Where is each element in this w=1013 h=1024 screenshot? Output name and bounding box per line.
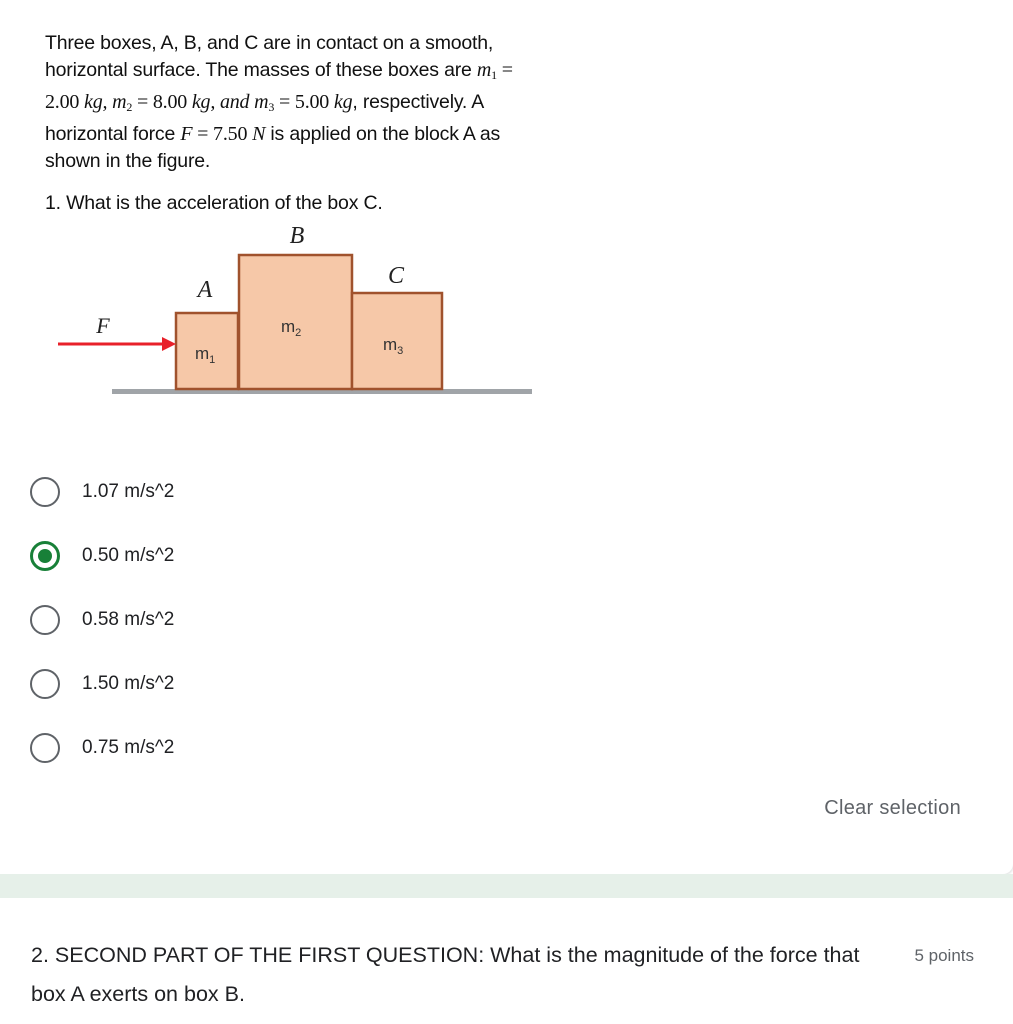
question-image-text: Three boxes, A, B, and C are in contact …: [45, 30, 645, 175]
label-c: C: [388, 263, 405, 289]
option-label: 0.75 m/s^2: [82, 737, 175, 758]
radio-button[interactable]: [30, 669, 60, 699]
option-5[interactable]: 0.75 m/s^2: [30, 727, 290, 767]
question-card-1: Three boxes, A, B, and C are in contact …: [0, 0, 1013, 874]
option-4[interactable]: 1.50 m/s^2: [30, 663, 290, 703]
force-arrow-head: [162, 337, 176, 351]
radio-dot-icon: [38, 549, 52, 563]
problem-line-3: 2.00 kg, m2 = 8.00 kg, and m3 = 5.00 kg,…: [45, 91, 485, 114]
option-label: 1.50 m/s^2: [82, 673, 175, 694]
question-2-title: 2. SECOND PART OF THE FIRST QUESTION: Wh…: [31, 943, 860, 1006]
radio-button[interactable]: [30, 605, 60, 635]
radio-button[interactable]: [30, 733, 60, 763]
option-label: 0.58 m/s^2: [82, 609, 175, 630]
option-label: 1.07 m/s^2: [82, 481, 175, 502]
radio-button-checked[interactable]: [30, 541, 60, 571]
label-a: A: [196, 277, 213, 303]
label-b: B: [290, 223, 305, 249]
question-1-title: 1. What is the acceleration of the box C…: [45, 192, 383, 214]
option-2[interactable]: 0.50 m/s^2: [30, 535, 290, 575]
clear-selection-button[interactable]: Clear selection: [824, 797, 961, 820]
option-label: 0.50 m/s^2: [82, 545, 175, 566]
section-divider-band: [0, 874, 1013, 898]
problem-line-2: horizontal surface. The masses of these …: [45, 59, 513, 82]
problem-line-1: Three boxes, A, B, and C are in contact …: [45, 32, 494, 54]
option-3[interactable]: 0.58 m/s^2: [30, 599, 290, 639]
option-1[interactable]: 1.07 m/s^2: [30, 471, 290, 511]
problem-line-5: shown in the figure.: [45, 150, 211, 172]
radio-button[interactable]: [30, 477, 60, 507]
problem-line-4: horizontal force F = 7.50 N is applied o…: [45, 123, 501, 145]
label-f: F: [95, 313, 110, 338]
box-b: [237, 253, 354, 391]
boxes-figure: B A C F m1 m2 m3: [58, 223, 532, 394]
points-badge: 5 points: [914, 946, 974, 965]
